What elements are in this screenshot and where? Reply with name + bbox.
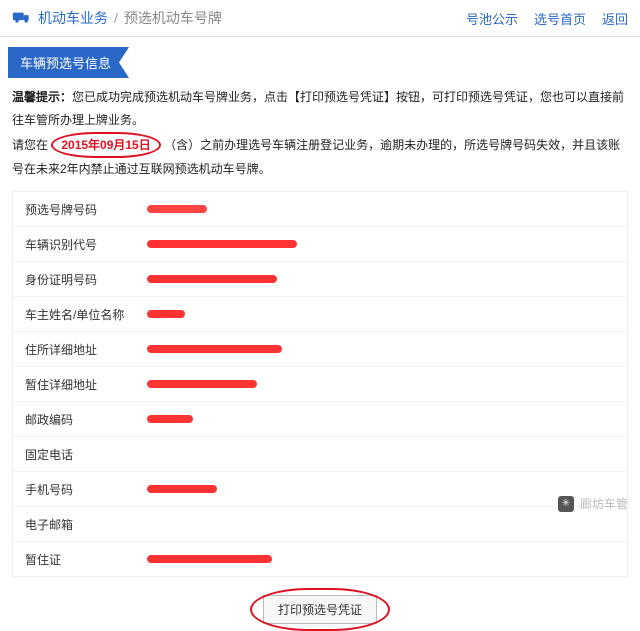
value-tempcert xyxy=(135,552,627,566)
label-tempcert: 暂住证 xyxy=(13,551,135,568)
label-email: 电子邮箱 xyxy=(13,516,135,533)
deadline-date: 2015年09月15日 xyxy=(51,132,160,159)
value-addr xyxy=(135,342,627,356)
info-table: 预选号牌号码 车辆识别代号 身份证明号码 车主姓名/单位名称 住所详细地址 暂住… xyxy=(12,191,628,577)
row-mobile: 手机号码 xyxy=(13,472,627,507)
label-vin: 车辆识别代号 xyxy=(13,236,135,253)
value-vin xyxy=(135,237,627,251)
label-id: 身份证明号码 xyxy=(13,271,135,288)
link-home[interactable]: 选号首页 xyxy=(534,9,586,28)
label-addr: 住所详细地址 xyxy=(13,341,135,358)
wechat-badge: ✳ 廊坊车管 xyxy=(558,495,628,512)
value-tempaddr xyxy=(135,377,627,391)
notice-line2a: 请您在 xyxy=(12,138,51,152)
label-tempaddr: 暂住详细地址 xyxy=(13,376,135,393)
value-mobile xyxy=(135,482,627,496)
row-vin: 车辆识别代号 xyxy=(13,227,627,262)
row-phone: 固定电话 xyxy=(13,437,627,472)
wechat-label: 廊坊车管 xyxy=(580,495,628,512)
breadcrumb-sep: / xyxy=(114,10,118,26)
wechat-icon: ✳ xyxy=(558,496,574,512)
row-owner: 车主姓名/单位名称 xyxy=(13,297,627,332)
row-id: 身份证明号码 xyxy=(13,262,627,297)
row-zip: 邮政编码 xyxy=(13,402,627,437)
value-id xyxy=(135,272,627,286)
label-phone: 固定电话 xyxy=(13,446,135,463)
breadcrumb-level-2: 预选机动车号牌 xyxy=(124,8,222,28)
print-button[interactable]: 打印预选号凭证 xyxy=(263,595,377,624)
label-mobile: 手机号码 xyxy=(13,481,135,498)
header-bar: 机动车业务 / 预选机动车号牌 号池公示 选号首页 返回 xyxy=(0,0,640,37)
notice-label: 温馨提示： xyxy=(12,90,72,104)
notice-line1: 您已成功完成预选机动车号牌业务，点击【打印预选号凭证】按钮，可打印预选号凭证，您… xyxy=(12,90,624,127)
row-plate: 预选号牌号码 xyxy=(13,192,627,227)
truck-icon xyxy=(12,11,32,25)
notice-block: 温馨提示：您已成功完成预选机动车号牌业务，点击【打印预选号凭证】按钮，可打印预选… xyxy=(0,86,640,191)
breadcrumb-level-1[interactable]: 机动车业务 xyxy=(38,8,108,28)
value-owner xyxy=(135,307,627,321)
value-zip xyxy=(135,412,627,426)
row-addr: 住所详细地址 xyxy=(13,332,627,367)
link-back[interactable]: 返回 xyxy=(602,9,628,28)
breadcrumb: 机动车业务 / 预选机动车号牌 xyxy=(12,8,222,28)
link-pool[interactable]: 号池公示 xyxy=(466,9,518,28)
section-ribbon: 车辆预选号信息 xyxy=(8,47,129,78)
label-owner: 车主姓名/单位名称 xyxy=(13,306,135,323)
top-links: 号池公示 选号首页 返回 xyxy=(466,9,628,28)
row-tempaddr: 暂住详细地址 xyxy=(13,367,627,402)
row-email: 电子邮箱 xyxy=(13,507,627,542)
button-row: 打印预选号凭证 xyxy=(0,595,640,624)
value-plate xyxy=(135,202,627,216)
label-zip: 邮政编码 xyxy=(13,411,135,428)
label-plate: 预选号牌号码 xyxy=(13,201,135,218)
row-tempcert: 暂住证 xyxy=(13,542,627,576)
